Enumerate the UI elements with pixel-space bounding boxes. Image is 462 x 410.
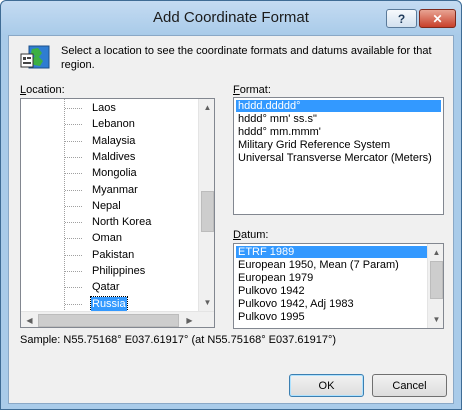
datum-option[interactable]: ETRF 1989 <box>236 246 429 258</box>
tree-branch-line <box>65 189 83 191</box>
tree-branch-line <box>65 287 83 289</box>
scroll-right-icon[interactable]: ▶ <box>181 312 198 327</box>
location-tree-item-label: Philippines <box>92 265 146 277</box>
scroll-down-icon[interactable]: ▼ <box>199 294 214 311</box>
location-tree-item-label: Oman <box>92 232 122 245</box>
location-horizontal-scrollbar[interactable]: ◀ ▶ <box>21 311 214 327</box>
datum-option[interactable]: Pulkovo 1995 <box>236 311 307 323</box>
format-label: Format: <box>233 84 271 96</box>
scroll-down-icon[interactable]: ▼ <box>428 311 443 328</box>
format-list[interactable]: hddd.ddddd° hddd° mm' ss.s" hddd° mm.mmm' M… <box>233 97 444 215</box>
format-option[interactable]: Military Grid Reference System <box>236 139 392 151</box>
help-button[interactable]: ? <box>386 9 417 28</box>
location-vertical-scrollbar[interactable]: ▲ ▼ <box>198 99 214 311</box>
location-tree[interactable]: Laos Lebanon Malaysia Maldives Mongolia Myanm… <box>20 98 215 328</box>
location-tree-item[interactable]: Mongolia <box>21 165 206 183</box>
tree-branch-line <box>65 108 83 109</box>
help-icon: ? <box>397 11 406 26</box>
datum-option[interactable]: European 1950, Mean (7 Param) <box>236 259 401 271</box>
location-label: Location: <box>20 84 65 96</box>
scroll-up-icon[interactable]: ▲ <box>199 99 214 116</box>
location-tree-item[interactable]: Laos <box>21 100 206 118</box>
datum-vertical-scrollbar[interactable]: ▲ ▼ <box>427 244 443 328</box>
location-tree-item-label: Mongolia <box>92 167 137 180</box>
ok-button[interactable]: OK <box>289 374 364 397</box>
location-tree-item-label: Qatar <box>92 281 120 294</box>
datum-option[interactable]: Pulkovo 1942, Adj 1983 <box>236 298 356 310</box>
format-option[interactable]: hddd° mm.mmm' <box>236 126 323 138</box>
sample-text: Sample: N55.75168° E037.61917° (at N55.7… <box>20 334 337 346</box>
tree-branch-line <box>65 271 83 272</box>
location-tree-item[interactable]: North Korea <box>21 214 206 232</box>
datum-option[interactable]: Pulkovo 1942 <box>236 285 307 297</box>
tree-branch-line <box>65 254 83 256</box>
datum-option[interactable]: European 1979 <box>236 272 315 284</box>
location-tree-item-label: Lebanon <box>92 118 135 131</box>
scroll-thumb[interactable] <box>430 261 443 299</box>
format-option[interactable]: hddd.ddddd° <box>236 100 441 112</box>
format-option[interactable]: hddd° mm' ss.s" <box>236 113 319 125</box>
tree-branch-line <box>65 222 83 224</box>
tree-branch-line <box>65 205 83 207</box>
location-tree-item-label: Russia <box>90 295 128 312</box>
scroll-thumb[interactable] <box>201 191 214 232</box>
title-bar[interactable]: Add Coordinate Format ? ✕ <box>1 1 461 35</box>
globe-icon <box>20 45 50 69</box>
location-tree-item[interactable]: Pakistan <box>21 247 206 265</box>
location-tree-item-label: North Korea <box>92 216 152 229</box>
cancel-button[interactable]: Cancel <box>372 374 447 397</box>
location-tree-item[interactable]: Oman <box>21 230 206 248</box>
tree-branch-line <box>65 156 83 158</box>
location-tree-item[interactable]: Malaysia <box>21 133 206 151</box>
location-tree-item[interactable]: Nepal <box>21 198 206 216</box>
tree-branch-line <box>65 140 83 142</box>
tree-branch-line <box>65 173 83 175</box>
location-tree-item[interactable]: Lebanon <box>21 116 206 134</box>
tree-branch-line <box>65 238 83 240</box>
location-tree-item-label: Pakistan <box>92 248 135 261</box>
scroll-thumb[interactable] <box>38 314 179 327</box>
dialog-body: Select a location to see the coordinate … <box>8 35 454 404</box>
location-tree-item-label: Laos <box>92 102 116 114</box>
close-button[interactable]: ✕ <box>419 9 456 28</box>
datum-label: Datum: <box>233 229 269 241</box>
location-tree-item[interactable]: Maldives <box>21 149 206 167</box>
tree-branch-line <box>65 124 83 126</box>
tree-branch-line <box>65 303 83 305</box>
dialog-window: Add Coordinate Format ? ✕ Select a locat… <box>0 0 462 410</box>
format-option[interactable]: Universal Transverse Mercator (Meters) <box>236 152 434 164</box>
scroll-up-icon[interactable]: ▲ <box>428 244 443 261</box>
datum-list[interactable]: ETRF 1989 European 1950, Mean (7 Param) Eu… <box>233 243 444 329</box>
scroll-left-icon[interactable]: ◀ <box>21 312 38 327</box>
location-tree-item-label: Nepal <box>92 199 121 212</box>
location-tree-item-label: Malaysia <box>92 134 136 147</box>
location-tree-item[interactable]: Myanmar <box>21 182 206 200</box>
intro-text: Select a location to see the coordinate … <box>61 45 432 71</box>
location-tree-item-label: Myanmar <box>92 183 138 196</box>
location-tree-item[interactable]: Philippines <box>21 263 206 281</box>
close-icon: ✕ <box>432 11 443 26</box>
location-tree-item-label: Maldives <box>92 150 136 163</box>
location-tree-item[interactable]: Qatar <box>21 279 206 297</box>
